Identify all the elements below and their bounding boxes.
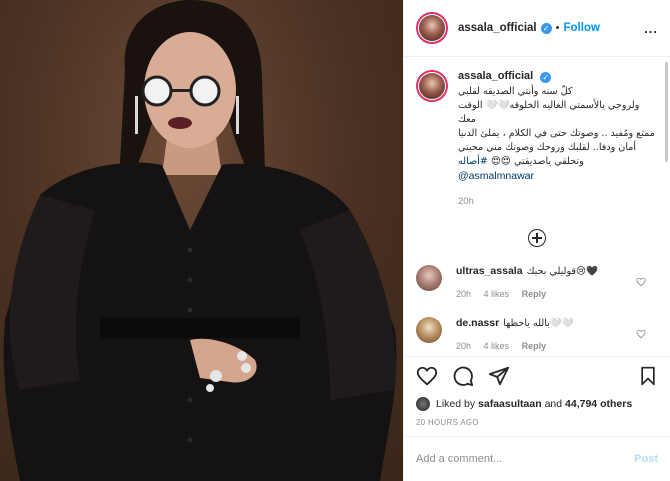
- comment-username[interactable]: ultras_assala: [456, 265, 523, 277]
- comments-area[interactable]: assala_official ✓ كلّ سنه وأنتي الصديقه …: [404, 58, 670, 355]
- caption-mention[interactable]: @asmalmnawar: [458, 170, 658, 182]
- comment-reply-button[interactable]: Reply: [522, 341, 547, 351]
- comment-time: 20h: [456, 341, 472, 351]
- heart-icon[interactable]: [416, 365, 438, 387]
- post-side-panel: assala_official ✓ • Follow ... assala_of…: [403, 0, 670, 481]
- comment-text: بالله ياحظها🤍🤍: [503, 318, 574, 329]
- header-avatar[interactable]: [416, 12, 448, 44]
- post-header: assala_official ✓ • Follow ...: [404, 0, 670, 57]
- comment-text: قوليلي بحبك😢🖤: [526, 266, 598, 277]
- comments-scrollbar[interactable]: [665, 62, 668, 162]
- caption-time: 20h: [458, 196, 474, 207]
- share-icon[interactable]: [488, 365, 510, 387]
- comment-avatar[interactable]: [416, 265, 442, 291]
- comment-avatar[interactable]: [416, 317, 442, 343]
- likes-prefix: Liked by: [436, 398, 476, 410]
- comment-item: ultras_assala قوليلي بحبك😢🖤 20h 4 likes R…: [416, 265, 658, 299]
- liker-avatar[interactable]: [416, 397, 430, 411]
- comment-likes[interactable]: 4 likes: [484, 289, 510, 299]
- caption-line: وتحلقي ياصديقتي 😍😍 #أصاله: [458, 155, 658, 169]
- post-photo[interactable]: [0, 0, 403, 481]
- follow-button[interactable]: Follow: [564, 22, 600, 34]
- caption-avatar[interactable]: [416, 70, 448, 102]
- add-circle-icon[interactable]: [528, 229, 546, 247]
- load-more-comments[interactable]: [416, 229, 658, 247]
- likes-user[interactable]: safaasultaan: [478, 398, 542, 410]
- comment-username[interactable]: de.nassr: [456, 317, 499, 329]
- comment-item: de.nassr بالله ياحظها🤍🤍 20h 4 likes Reply: [416, 317, 658, 351]
- comment-reply-button[interactable]: Reply: [522, 289, 547, 299]
- caption-line-text: وتحلقي ياصديقتي 😍😍: [490, 156, 584, 167]
- verified-badge-icon: ✓: [540, 22, 552, 34]
- add-comment-bar: Add a comment... Post: [404, 436, 670, 481]
- separator-dot: •: [555, 22, 560, 34]
- likes-middle: and: [544, 398, 563, 410]
- comment-heart-icon[interactable]: [636, 277, 646, 287]
- more-icon[interactable]: ...: [644, 21, 658, 36]
- post-comment-button[interactable]: Post: [634, 453, 658, 465]
- comment-icon[interactable]: [452, 365, 474, 387]
- post-actions: Liked by safaasultaan and 44,794 others …: [404, 356, 670, 427]
- caption-line: كلّ سنه وأنتي الصديقه لقلبي: [458, 86, 573, 97]
- add-comment-input[interactable]: Add a comment...: [416, 453, 502, 465]
- header-username[interactable]: assala_official: [458, 22, 537, 34]
- likes-summary: Liked by safaasultaan and 44,794 others: [416, 397, 658, 411]
- caption: assala_official ✓ كلّ سنه وأنتي الصديقه …: [416, 70, 658, 207]
- likes-others[interactable]: 44,794 others: [565, 398, 632, 410]
- caption-text: كلّ سنه وأنتي الصديقه لقلبي ولروحي يالأس…: [458, 85, 658, 169]
- comment-heart-icon[interactable]: [636, 329, 646, 339]
- caption-username[interactable]: assala_official: [458, 70, 533, 82]
- bookmark-icon[interactable]: [638, 365, 658, 387]
- caption-line: ولروحي يالأسمتي الغاليه الخلوقه🤍🤍 الوقت …: [458, 100, 640, 125]
- caption-hashtag[interactable]: #أصاله: [458, 156, 488, 167]
- comment-time: 20h: [456, 289, 472, 299]
- post-timestamp[interactable]: 20 HOURS AGO: [416, 418, 658, 427]
- post-photo-illustration: [3, 0, 397, 481]
- caption-line: أمان ودفا.. لقلبك وروحك وصوتك مني محبتي: [458, 142, 637, 153]
- comment-likes[interactable]: 4 likes: [484, 341, 510, 351]
- caption-line: ممتع ومُفيد .. وصوتك حتى في الكلام ، يمل…: [458, 128, 655, 139]
- verified-badge-icon: ✓: [540, 72, 552, 83]
